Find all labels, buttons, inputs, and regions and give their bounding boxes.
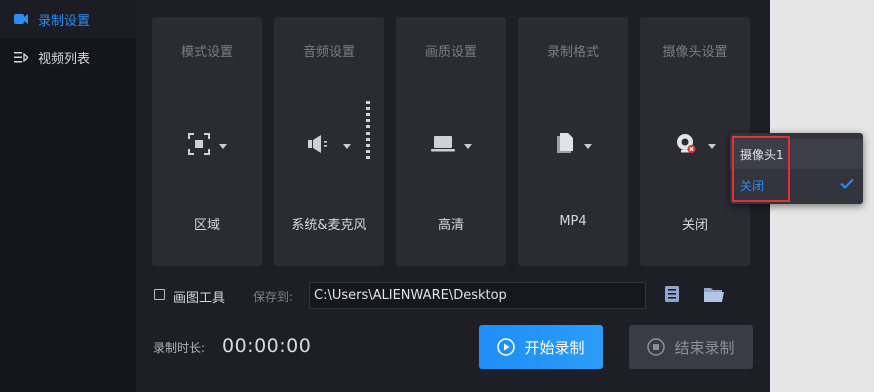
list-icon[interactable] xyxy=(664,286,680,302)
checkmark-icon xyxy=(840,178,854,192)
duration-value: 00:00:00 xyxy=(222,335,312,357)
region-select-icon xyxy=(187,133,210,159)
option-label: 摄像头1 xyxy=(740,147,784,162)
card-value: 系统&麦克风 xyxy=(291,218,367,233)
format-settings-card[interactable]: 录制格式 MP4 xyxy=(518,17,628,266)
card-value: 关闭 xyxy=(681,218,708,233)
sidebar-item-label: 录制设置 xyxy=(38,13,91,29)
drawing-tool-label: 画图工具 xyxy=(173,291,226,306)
card-title: 画质设置 xyxy=(424,45,477,60)
sidebar-item-recording-settings[interactable]: 录制设置 xyxy=(0,0,136,38)
video-camera-icon xyxy=(14,12,28,26)
chevron-down-icon xyxy=(707,143,716,149)
stop-recording-label: 结束录制 xyxy=(674,338,735,357)
drawing-tool-checkbox[interactable] xyxy=(154,289,165,300)
card-title: 模式设置 xyxy=(180,45,233,60)
sidebar: 录制设置 视频列表 xyxy=(0,0,136,392)
volume-meter xyxy=(366,101,370,159)
mode-dropdown[interactable] xyxy=(152,131,262,161)
card-title: 摄像头设置 xyxy=(662,45,728,60)
webcam-off-icon xyxy=(675,132,699,160)
option-label: 关闭 xyxy=(740,178,765,193)
dropdown-option-camera1[interactable]: 摄像头1 xyxy=(730,139,863,169)
speaker-icon xyxy=(307,134,334,158)
file-format-icon xyxy=(555,133,575,159)
chevron-down-icon xyxy=(583,143,592,149)
laptop-icon xyxy=(430,136,455,156)
chevron-down-icon xyxy=(218,143,227,149)
quality-settings-card[interactable]: 画质设置 高清 xyxy=(396,17,506,266)
start-recording-button[interactable]: 开始录制 xyxy=(479,325,603,369)
card-title: 录制格式 xyxy=(546,45,599,60)
mode-settings-card[interactable]: 模式设置 区域 xyxy=(152,17,262,266)
list-icon xyxy=(14,50,28,64)
save-path-field[interactable]: C:\Users\ALIENWARE\Desktop xyxy=(309,282,646,309)
sidebar-item-label: 视频列表 xyxy=(38,51,91,67)
card-value: 区域 xyxy=(193,218,220,233)
save-to-label: 保存到: xyxy=(253,290,294,304)
chevron-down-icon xyxy=(342,143,351,149)
dropdown-option-off[interactable]: 关闭 xyxy=(730,170,863,200)
start-recording-label: 开始录制 xyxy=(524,338,585,357)
stop-recording-button[interactable]: 结束录制 xyxy=(629,325,753,369)
format-dropdown[interactable] xyxy=(518,131,628,161)
card-value: MP4 xyxy=(559,214,587,229)
stop-icon xyxy=(647,338,666,356)
duration-label: 录制时长: xyxy=(153,341,206,355)
chevron-down-icon xyxy=(463,143,472,149)
card-title: 音频设置 xyxy=(302,45,355,60)
camera-dropdown-menu: 摄像头1 关闭 xyxy=(730,133,863,204)
quality-dropdown[interactable] xyxy=(396,131,506,161)
card-value: 高清 xyxy=(437,218,464,233)
audio-settings-card[interactable]: 音频设置 系统&麦克风 xyxy=(274,17,384,266)
play-icon xyxy=(497,338,516,356)
sidebar-item-video-list[interactable]: 视频列表 xyxy=(0,38,136,76)
folder-icon[interactable] xyxy=(704,286,724,302)
